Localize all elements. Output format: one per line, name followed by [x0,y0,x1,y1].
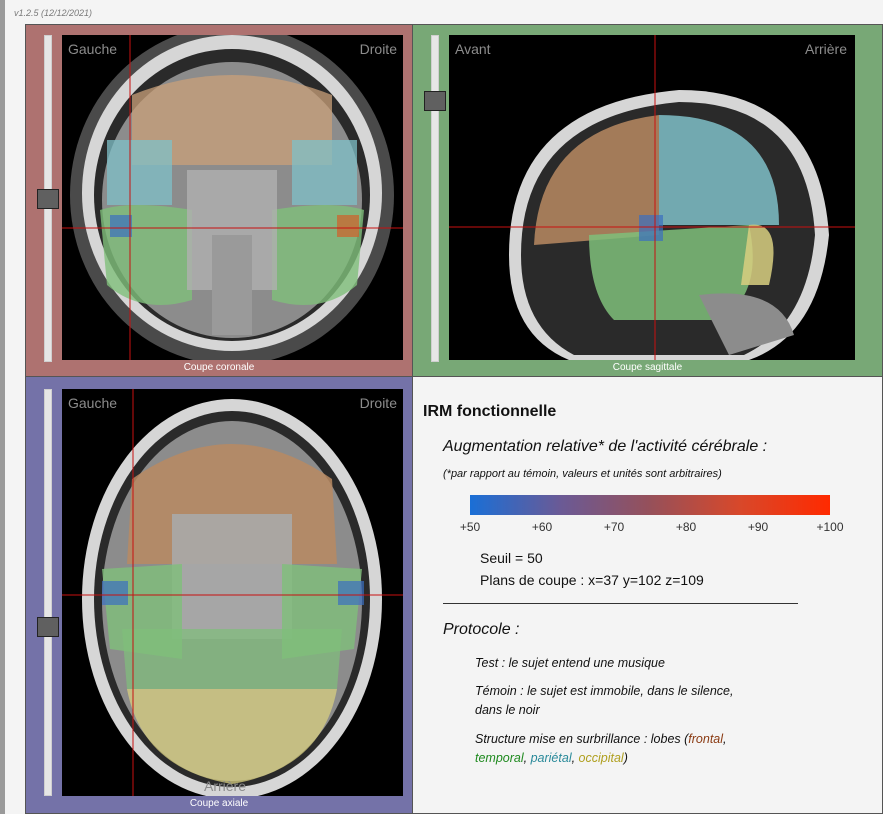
structure-prefix: Structure mise en surbrillance : lobes ( [475,732,689,746]
coronal-caption: Coupe coronale [183,362,255,373]
info-title: IRM fonctionnelle [423,403,557,420]
axial-view[interactable]: Gauche Droite Arrière [62,389,403,796]
axial-left-label: Gauche [68,395,118,411]
lobe-temporal-label: temporal [475,751,524,765]
protocol-temoin-line2: dans le noir [475,703,540,717]
info-note: (*par rapport au témoin, valeurs et unit… [443,468,722,480]
structure-suffix: ) [623,751,628,765]
color-scale-ticks: +50 +60 +70 +80 +90 +100 [459,520,844,534]
structure-sep-2: , [523,751,531,765]
color-scale-bar [470,495,830,515]
lobe-occipital-label: occipital [578,751,624,765]
scale-tick: +50 [459,520,481,534]
scale-tick: +100 [816,520,844,534]
axial-slider-thumb[interactable] [37,617,59,637]
info-panel: IRM fonctionnelle Augmentation relative*… [412,376,883,814]
sagittal-slider-track[interactable] [431,35,439,362]
coronal-left-label: Gauche [68,41,118,57]
axial-caption: Coupe axiale [189,798,249,809]
coronal-panel: Gauche Droite Coupe coronale [25,24,413,377]
coronal-slider-thumb[interactable] [37,189,59,209]
lobe-frontal-label: frontal [688,732,724,746]
sagittal-caption: Coupe sagittale [612,362,683,373]
structure-sep-1: , [723,732,727,746]
version-label: v1.2.5 (12/12/2021) [14,8,93,18]
sagittal-panel: Avant Arrière Coupe sagittale [412,24,883,377]
scale-tick: +70 [603,520,625,534]
protocol-structure-line2: temporal, pariétal, occipital) [475,751,628,765]
coronal-right-label: Droite [359,41,397,57]
sagittal-right-label: Arrière [804,41,847,57]
protocol-structure-line1: Structure mise en surbrillance : lobes (… [475,732,727,746]
structure-sep-3: , [571,751,579,765]
sagittal-left-label: Avant [455,41,491,57]
axial-right-label: Droite [359,395,397,411]
slice-planes-label: Plans de coupe : x=37 y=102 z=109 [480,572,704,588]
axial-panel: Gauche Droite Arrière Coupe axiale [25,376,413,814]
coronal-view[interactable]: Gauche Droite [62,35,403,360]
threshold-label: Seuil = 50 [480,550,543,566]
protocol-title: Protocole : [443,621,520,638]
scale-tick: +60 [531,520,553,534]
scale-tick: +80 [675,520,697,534]
protocol-test: Test : le sujet entend une musique [475,656,665,670]
protocol-temoin-line1: Témoin : le sujet est immobile, dans le … [475,684,734,698]
lobe-parietal-label: pariétal [530,751,572,765]
divider [443,603,798,604]
sagittal-view[interactable]: Avant Arrière [449,35,855,360]
sagittal-slider-thumb[interactable] [424,91,446,111]
scale-tick: +90 [747,520,769,534]
axial-slider-track[interactable] [44,389,52,796]
left-edge-bar [0,0,5,814]
info-subtitle: Augmentation relative* de l'activité cér… [443,438,768,455]
axial-bottom-label: Arrière [204,778,247,794]
